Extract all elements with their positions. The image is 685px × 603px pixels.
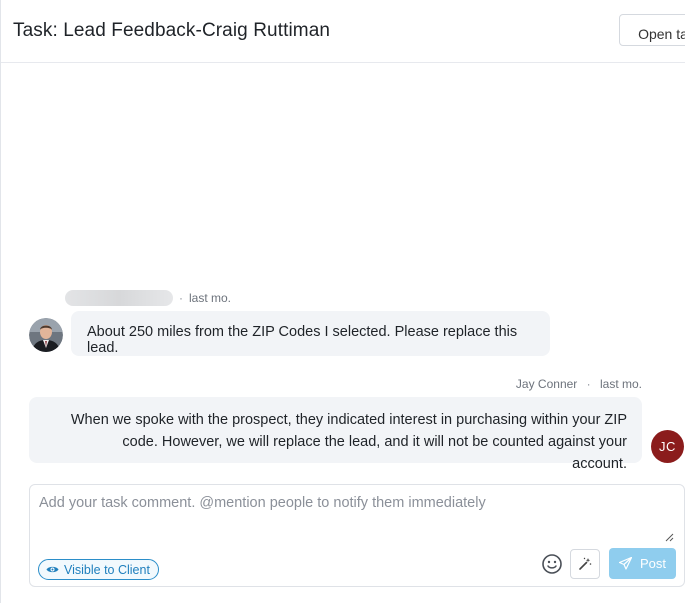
post-button[interactable]: Post [609,548,676,579]
magic-wand-icon [579,557,592,570]
smiley-icon [542,554,562,574]
message-meta: Jay Conner · last mo. [516,377,642,391]
open-task-button[interactable]: Open task [619,14,685,46]
message-meta: · last mo. [65,289,231,307]
meta-separator: · [586,377,591,391]
author-name-redacted [65,290,173,306]
task-header: Task: Lead Feedback-Craig Ruttiman Open … [1,0,685,63]
message-bubble: About 250 miles from the ZIP Codes I sel… [71,311,550,356]
message-author: Jay Conner [515,377,578,391]
ai-assist-button[interactable] [570,549,600,579]
post-label: Post [639,556,666,571]
eye-icon [46,566,59,573]
message-bubble: When we spoke with the prospect, they in… [29,397,642,472]
message-timestamp: last mo. [189,291,232,305]
emoji-button[interactable] [541,553,563,575]
avatar: JC [651,430,684,463]
meta-separator: · [179,291,183,305]
visibility-toggle[interactable]: Visible to Client [38,559,159,580]
send-icon [618,557,632,570]
resize-grip-icon[interactable] [665,533,674,542]
comment-input[interactable] [30,485,684,545]
page-title: Task: Lead Feedback-Craig Ruttiman [13,20,331,41]
message-timestamp: last mo. [599,377,642,391]
avatar [29,318,63,352]
visibility-label: Visible to Client [64,562,150,577]
task-panel: Task: Lead Feedback-Craig Ruttiman Open … [0,0,685,603]
